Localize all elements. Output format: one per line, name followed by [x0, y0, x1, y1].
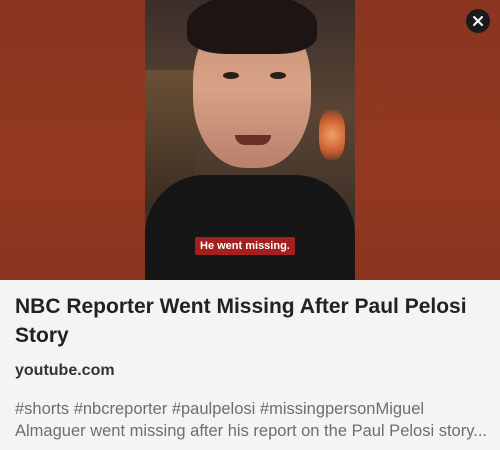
- person-eye-right: [270, 72, 286, 79]
- thumbnail-blur-right: [355, 0, 500, 280]
- person-hair: [187, 0, 317, 54]
- link-title[interactable]: NBC Reporter Went Missing After Paul Pel…: [15, 292, 485, 350]
- person-shirt: [145, 175, 355, 280]
- link-info[interactable]: NBC Reporter Went Missing After Paul Pel…: [0, 280, 500, 442]
- link-domain: youtube.com: [15, 362, 115, 379]
- person-eye-left: [223, 72, 239, 79]
- link-preview-card[interactable]: He went missing. NBC Reporter Went Missi…: [0, 0, 500, 450]
- link-description: #shorts #nbcreporter #paulpelosi #missin…: [15, 400, 487, 440]
- background-lamp: [319, 110, 345, 160]
- close-icon: [473, 16, 483, 26]
- close-button[interactable]: [466, 9, 490, 33]
- thumbnail-blur-left: [0, 0, 145, 280]
- video-caption: He went missing.: [195, 237, 295, 255]
- person-mouth: [235, 135, 271, 145]
- video-thumbnail[interactable]: He went missing.: [0, 0, 500, 280]
